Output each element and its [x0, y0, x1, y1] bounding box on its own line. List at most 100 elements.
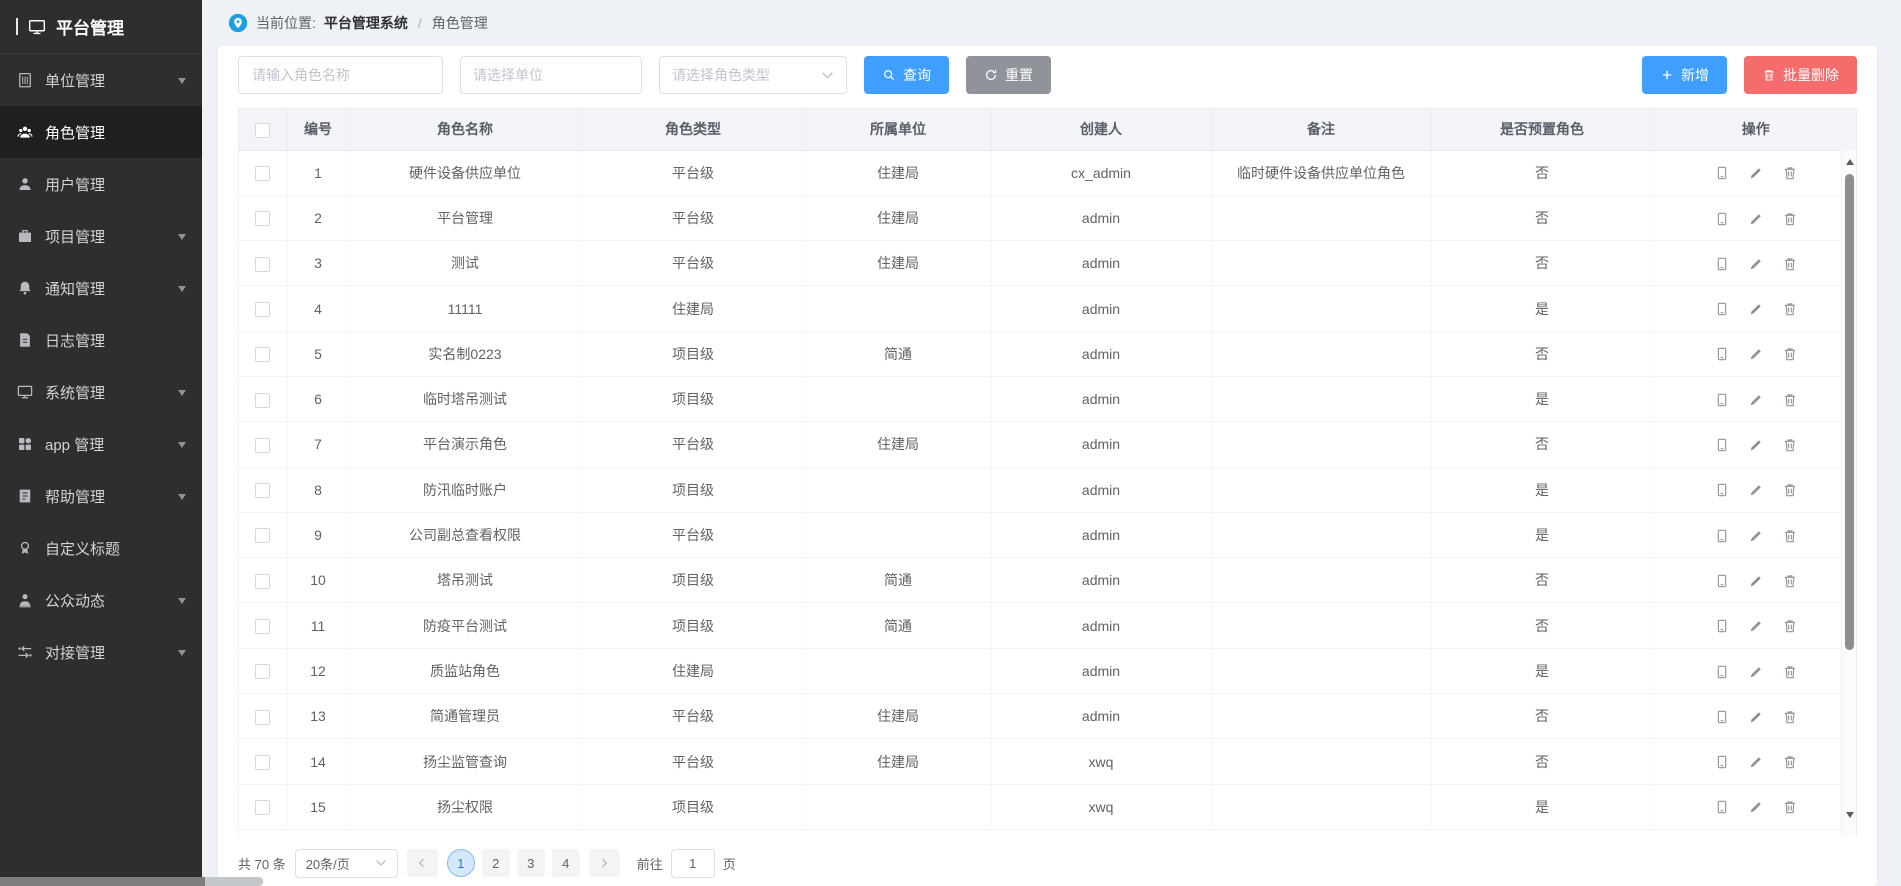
detail-icon[interactable] [1714, 482, 1730, 498]
row-checkbox[interactable] [255, 302, 270, 317]
detail-icon[interactable] [1714, 346, 1730, 362]
detail-icon[interactable] [1714, 799, 1730, 815]
add-button[interactable]: 新增 [1642, 56, 1727, 94]
delete-icon[interactable] [1782, 528, 1798, 544]
detail-icon[interactable] [1714, 301, 1730, 317]
detail-icon[interactable] [1714, 754, 1730, 770]
edit-icon[interactable] [1748, 618, 1764, 634]
scroll-down-arrow-icon[interactable] [1842, 807, 1857, 825]
edit-icon[interactable] [1748, 754, 1764, 770]
delete-icon[interactable] [1782, 392, 1798, 408]
edit-icon[interactable] [1748, 437, 1764, 453]
role-name-input[interactable] [238, 56, 443, 94]
edit-icon[interactable] [1748, 392, 1764, 408]
horizontal-scrollbar-thumb-end[interactable] [205, 877, 263, 886]
edit-icon[interactable] [1748, 664, 1764, 680]
cell-unit: 住建局 [805, 694, 991, 739]
sidebar-item-log-management[interactable]: 日志管理 [0, 314, 202, 366]
row-checkbox[interactable] [255, 257, 270, 272]
sidebar-item-integration-management[interactable]: 对接管理 [0, 626, 202, 678]
sidebar-item-system-management[interactable]: 系统管理 [0, 366, 202, 418]
detail-icon[interactable] [1714, 437, 1730, 453]
edit-icon[interactable] [1748, 165, 1764, 181]
sidebar-item-help-management[interactable]: 帮助管理 [0, 470, 202, 522]
delete-icon[interactable] [1782, 301, 1798, 317]
horizontal-scrollbar-thumb[interactable] [0, 877, 205, 886]
detail-icon[interactable] [1714, 709, 1730, 725]
page-button-3[interactable]: 3 [517, 849, 545, 877]
edit-icon[interactable] [1748, 256, 1764, 272]
delete-icon[interactable] [1782, 165, 1798, 181]
table-vertical-scrollbar[interactable] [1841, 150, 1856, 837]
table-row: 5实名制0223项目级简通admin否 [239, 331, 1857, 376]
cell-role-name: 临时塔吊测试 [349, 376, 581, 421]
row-checkbox[interactable] [255, 800, 270, 815]
detail-icon[interactable] [1714, 392, 1730, 408]
edit-icon[interactable] [1748, 573, 1764, 589]
detail-icon[interactable] [1714, 211, 1730, 227]
vertical-scrollbar-thumb[interactable] [1845, 174, 1854, 650]
edit-icon[interactable] [1748, 301, 1764, 317]
row-checkbox[interactable] [255, 483, 270, 498]
page-button-2[interactable]: 2 [482, 849, 510, 877]
sidebar-item-custom-title[interactable]: 自定义标题 [0, 522, 202, 574]
row-checkbox[interactable] [255, 211, 270, 226]
edit-icon[interactable] [1748, 482, 1764, 498]
page-size-select[interactable]: 20条/页 [295, 849, 398, 878]
row-checkbox[interactable] [255, 528, 270, 543]
row-checkbox[interactable] [255, 574, 270, 589]
delete-icon[interactable] [1782, 346, 1798, 362]
next-page-button[interactable] [589, 849, 620, 877]
edit-icon[interactable] [1748, 799, 1764, 815]
delete-icon[interactable] [1782, 754, 1798, 770]
detail-icon[interactable] [1714, 528, 1730, 544]
page-button-4[interactable]: 4 [552, 849, 580, 877]
row-checkbox[interactable] [255, 619, 270, 634]
sidebar-item-app-management[interactable]: app 管理 [0, 418, 202, 470]
row-checkbox[interactable] [255, 438, 270, 453]
delete-icon[interactable] [1782, 256, 1798, 272]
prev-page-button[interactable] [407, 849, 438, 877]
row-checkbox[interactable] [255, 664, 270, 679]
row-checkbox[interactable] [255, 755, 270, 770]
delete-icon[interactable] [1782, 664, 1798, 680]
edit-icon[interactable] [1748, 709, 1764, 725]
unit-select[interactable]: 请选择单位 [460, 56, 642, 94]
detail-icon[interactable] [1714, 165, 1730, 181]
sidebar-item-public-activity[interactable]: 公众动态 [0, 574, 202, 626]
page-jump-input[interactable] [671, 849, 715, 878]
sidebar-item-user-management[interactable]: 用户管理 [0, 158, 202, 210]
sidebar-item-notification-management[interactable]: 通知管理 [0, 262, 202, 314]
row-checkbox[interactable] [255, 166, 270, 181]
column-header-creator: 创建人 [991, 109, 1211, 150]
edit-icon[interactable] [1748, 528, 1764, 544]
row-checkbox[interactable] [255, 710, 270, 725]
detail-icon[interactable] [1714, 664, 1730, 680]
delete-icon[interactable] [1782, 482, 1798, 498]
reset-button[interactable]: 重置 [966, 56, 1051, 94]
delete-icon[interactable] [1782, 211, 1798, 227]
scroll-up-arrow-icon[interactable] [1842, 155, 1857, 173]
detail-icon[interactable] [1714, 618, 1730, 634]
detail-icon[interactable] [1714, 573, 1730, 589]
delete-icon[interactable] [1782, 709, 1798, 725]
sidebar-item-unit-management[interactable]: 单位管理 [0, 54, 202, 106]
delete-icon[interactable] [1782, 437, 1798, 453]
batch-delete-button[interactable]: 批量删除 [1744, 56, 1857, 94]
row-checkbox[interactable] [255, 393, 270, 408]
row-checkbox[interactable] [255, 347, 270, 362]
delete-icon[interactable] [1782, 618, 1798, 634]
breadcrumb-root[interactable]: 平台管理系统 [324, 13, 408, 33]
select-all-checkbox[interactable] [255, 123, 270, 138]
sidebar-item-project-management[interactable]: 项目管理 [0, 210, 202, 262]
edit-icon[interactable] [1748, 346, 1764, 362]
delete-icon[interactable] [1782, 799, 1798, 815]
delete-icon[interactable] [1782, 573, 1798, 589]
search-button[interactable]: 查询 [864, 56, 949, 94]
edit-icon[interactable] [1748, 211, 1764, 227]
page-button-1[interactable]: 1 [447, 849, 475, 877]
detail-icon[interactable] [1714, 256, 1730, 272]
sidebar-item-role-management[interactable]: 角色管理 [0, 106, 202, 158]
horizontal-scrollbar[interactable] [0, 877, 1901, 886]
role-type-select[interactable]: 请选择角色类型 [659, 56, 847, 94]
